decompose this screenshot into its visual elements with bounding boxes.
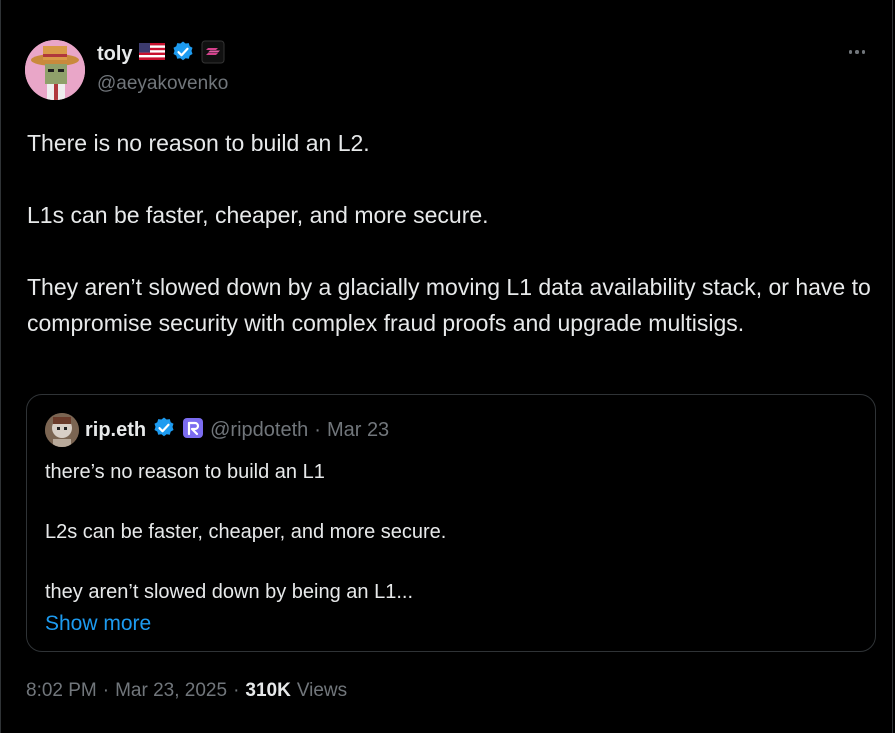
author-handle[interactable]: @aeyakovenko (97, 73, 228, 95)
tweet-meta: 8:02 PM · Mar 23, 2025 · 310K Views (26, 680, 347, 702)
quoted-paragraph: L2s can be faster, cheaper, and more sec… (45, 521, 447, 543)
separator-dot: · (233, 680, 240, 701)
separator-dot: · (102, 680, 110, 701)
affiliate-badge-icon[interactable] (182, 417, 204, 444)
tweet-paragraph: They aren’t slowed down by a glacially m… (27, 274, 871, 336)
quoted-author-display-name[interactable]: rip.eth (85, 419, 146, 442)
author-avatar[interactable] (25, 40, 85, 100)
us-flag-icon (138, 43, 165, 65)
quoted-author-avatar[interactable] (45, 413, 79, 447)
views-label: Views (296, 680, 348, 701)
separator-dot: · (314, 418, 321, 441)
tweet-paragraph: L1s can be faster, cheaper, and more sec… (27, 202, 489, 228)
solana-affiliate-badge-icon[interactable] (201, 40, 225, 69)
tweet-time[interactable]: 8:02 PM (26, 680, 97, 702)
more-options-icon[interactable] (844, 42, 870, 62)
tweet-date[interactable]: Mar 23, 2025 (115, 680, 227, 702)
tweet-text: There is no reason to build an L2. L1s c… (27, 125, 877, 341)
tweet-detail: toly @aeyakovenko There is no reason to … (0, 0, 893, 733)
quoted-tweet-header: rip.eth @ripdoteth · Mar 23 (45, 413, 389, 447)
quoted-author-handle[interactable]: @ripdoteth (210, 419, 308, 442)
author-name-row: toly (97, 40, 225, 68)
quoted-paragraph: they aren’t slowed down by being an L1..… (45, 581, 414, 603)
verified-badge-icon[interactable] (152, 416, 176, 445)
views-count[interactable]: 310K (245, 680, 290, 702)
quoted-tweet-text: there’s no reason to build an L1 L2s can… (45, 457, 845, 639)
tweet-paragraph: There is no reason to build an L2. (27, 130, 370, 156)
quoted-tweet[interactable]: rip.eth @ripdoteth · Mar 23 there’s no r… (26, 394, 876, 652)
show-more-link[interactable]: Show more (45, 609, 151, 639)
quoted-tweet-date[interactable]: Mar 23 (327, 419, 389, 442)
verified-badge-icon[interactable] (171, 40, 195, 69)
author-display-name[interactable]: toly (97, 43, 133, 66)
quoted-paragraph: there’s no reason to build an L1 (45, 461, 325, 483)
